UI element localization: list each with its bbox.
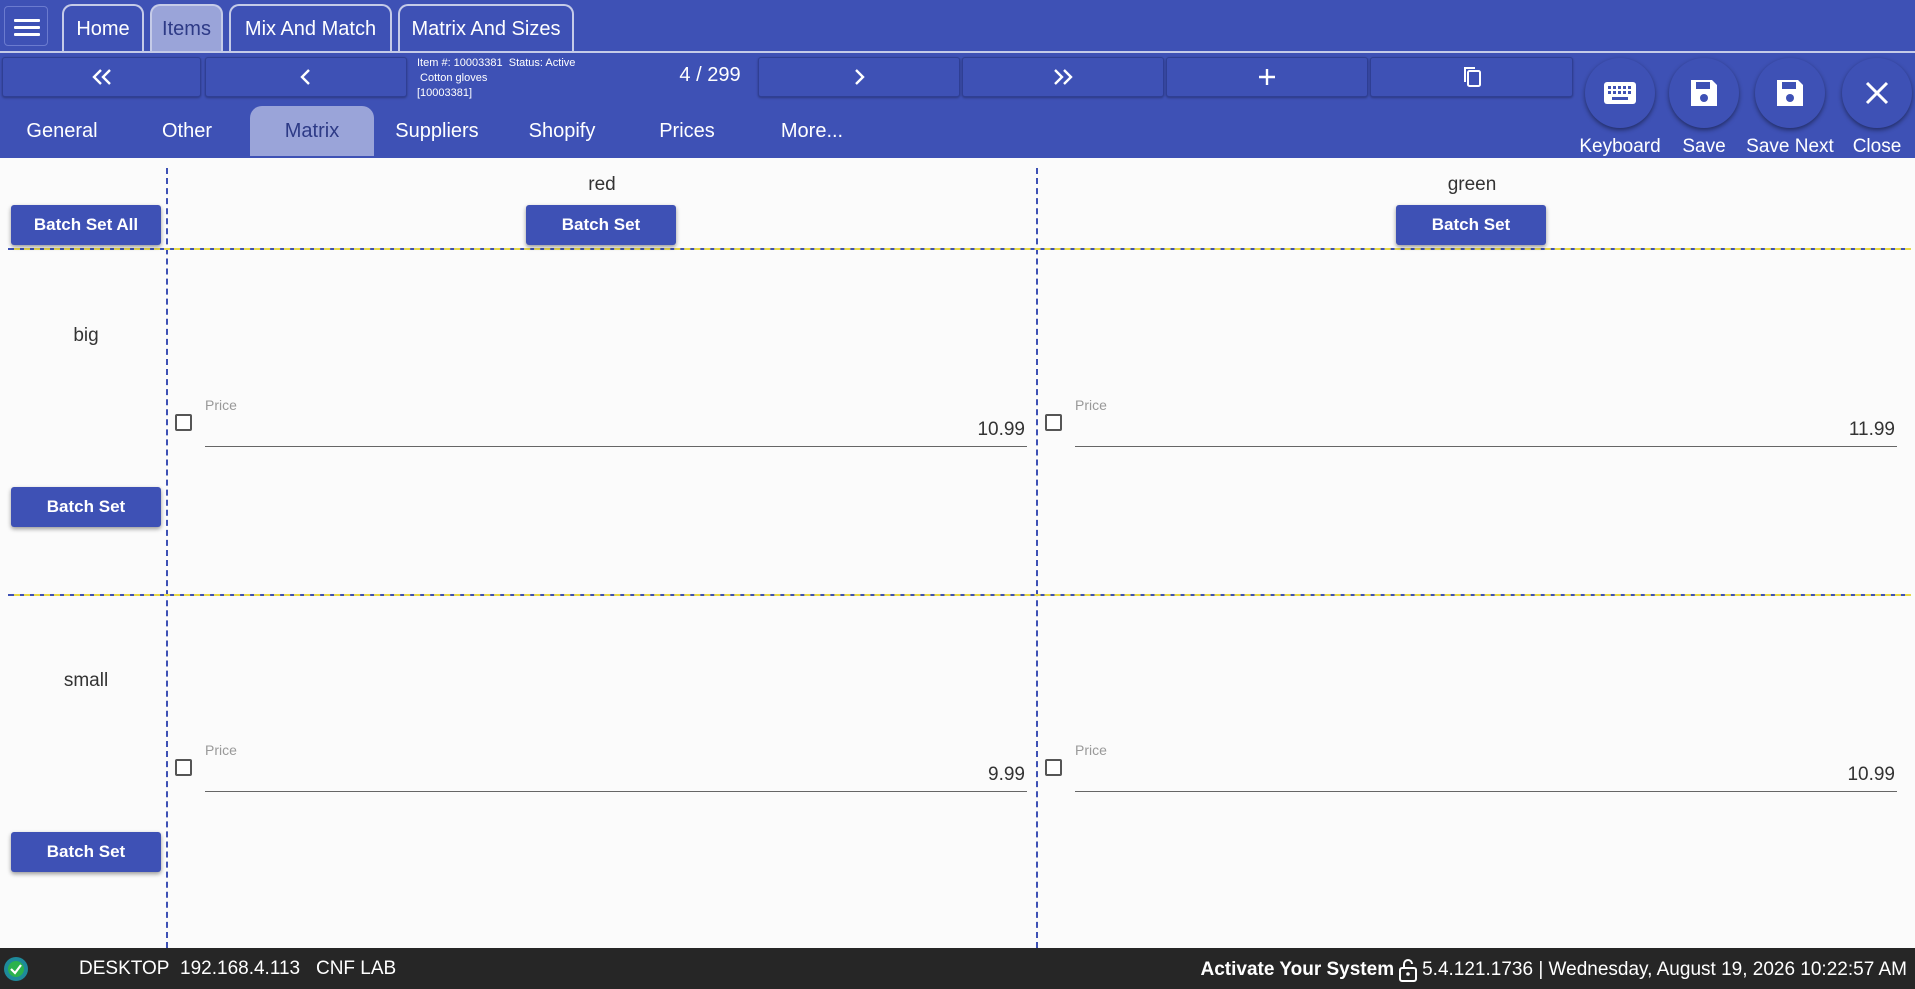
grid-divider	[1036, 168, 1038, 948]
section-tab-suppliers[interactable]: Suppliers	[374, 106, 500, 156]
batch-set-small-button[interactable]: Batch Set	[11, 832, 161, 872]
save-circle[interactable]	[1669, 58, 1739, 128]
item-description: Cotton gloves	[417, 72, 488, 84]
save-icon	[1777, 80, 1803, 106]
top-bar: Home Items Mix And Match Matrix And Size…	[0, 0, 1915, 158]
batch-set-big-button[interactable]: Batch Set	[11, 487, 161, 527]
tab-label: Matrix And Sizes	[411, 17, 561, 40]
price-label: Price	[1075, 742, 1107, 758]
price-input-small-green[interactable]	[1075, 758, 1897, 792]
save-button[interactable]: Save	[1659, 58, 1749, 158]
section-tab-label: Other	[161, 119, 213, 142]
section-tab-label: Prices	[659, 119, 715, 142]
status-left: DESKTOP 192.168.4.113 CNF LAB	[79, 958, 396, 980]
save-next-circle[interactable]	[1755, 58, 1825, 128]
double-chevron-right-icon	[1054, 69, 1073, 85]
close-icon	[1865, 81, 1889, 105]
save-next-button[interactable]: Save Next	[1745, 58, 1835, 158]
tab-home[interactable]: Home	[62, 4, 144, 52]
add-record-button[interactable]	[1166, 57, 1368, 97]
tab-mix-and-match[interactable]: Mix And Match	[229, 4, 392, 52]
row-label-small: small	[63, 670, 109, 691]
system-status-icon	[4, 957, 28, 981]
grid-divider	[166, 168, 168, 948]
version-datetime: 5.4.121.1736 | Wednesday, August 19, 202…	[1422, 959, 1907, 980]
save-icon	[1691, 80, 1717, 106]
row-label-big: big	[73, 325, 99, 346]
first-record-button[interactable]	[2, 57, 201, 97]
price-label: Price	[1075, 397, 1107, 413]
previous-record-button[interactable]	[205, 57, 407, 97]
column-label-green: green	[1447, 174, 1497, 195]
chevron-right-icon	[855, 69, 865, 85]
keyboard-button[interactable]: Keyboard	[1575, 58, 1665, 158]
plus-icon	[1259, 69, 1275, 85]
copy-icon	[1463, 67, 1481, 87]
close-button[interactable]: Close	[1832, 58, 1915, 158]
section-tab-prices[interactable]: Prices	[624, 106, 750, 156]
price-label: Price	[205, 397, 237, 413]
cell-checkbox[interactable]	[175, 759, 192, 776]
record-counter: 4 / 299	[679, 64, 741, 86]
double-chevron-left-icon	[91, 69, 111, 85]
tab-matrix-and-sizes[interactable]: Matrix And Sizes	[398, 4, 574, 52]
price-input-small-red[interactable]	[205, 758, 1027, 792]
tab-divider	[0, 51, 1915, 53]
section-tab-matrix[interactable]: Matrix	[250, 106, 374, 156]
price-input-big-red[interactable]	[205, 413, 1027, 447]
status-right: Activate Your System 5.4.121.1736 | Wedn…	[1201, 958, 1907, 982]
section-tab-label: Matrix	[284, 119, 340, 142]
matrix-grid: Batch Set All red Batch Set green Batch …	[0, 158, 1915, 948]
chevron-left-icon	[300, 69, 310, 85]
menu-icon	[14, 19, 40, 36]
copy-record-button[interactable]	[1370, 57, 1573, 97]
section-tab-label: Suppliers	[395, 119, 479, 142]
hamburger-menu-button[interactable]	[4, 6, 48, 46]
price-input-big-green[interactable]	[1075, 413, 1897, 447]
section-tab-more[interactable]: More...	[750, 106, 874, 156]
machine-name: DESKTOP	[79, 958, 170, 979]
keyboard-circle[interactable]	[1585, 58, 1655, 128]
close-circle[interactable]	[1842, 58, 1912, 128]
activate-system-link[interactable]: Activate Your System	[1201, 959, 1395, 981]
tab-label: Home	[76, 17, 130, 40]
column-label-red: red	[588, 174, 616, 195]
ip-address: 192.168.4.113	[180, 958, 301, 979]
tab-items[interactable]: Items	[150, 4, 223, 52]
section-tab-label: More...	[780, 119, 844, 142]
batch-set-green-button[interactable]: Batch Set	[1396, 205, 1546, 245]
unlock-icon	[1399, 959, 1418, 982]
section-tab-general[interactable]: General	[0, 106, 124, 156]
next-record-button[interactable]	[758, 57, 960, 97]
section-tab-other[interactable]: Other	[124, 106, 250, 156]
keyboard-icon	[1604, 82, 1636, 104]
item-info: Item #: 10003381 Status: Active Cotton g…	[417, 56, 575, 101]
cell-checkbox[interactable]	[1045, 759, 1062, 776]
item-code: [10003381]	[417, 87, 473, 99]
section-tab-shopify[interactable]: Shopify	[500, 106, 624, 156]
cell-checkbox[interactable]	[1045, 414, 1062, 431]
status-bar: DESKTOP 192.168.4.113 CNF LAB Activate Y…	[0, 948, 1915, 989]
save-next-label: Save Next	[1746, 136, 1834, 157]
close-label: Close	[1852, 136, 1902, 157]
batch-set-red-button[interactable]: Batch Set	[526, 205, 676, 245]
grid-divider	[8, 594, 1905, 596]
tab-label: Mix And Match	[244, 17, 377, 40]
tab-label: Items	[162, 17, 211, 40]
price-label: Price	[205, 742, 237, 758]
section-tab-label: Shopify	[528, 119, 596, 142]
section-tab-label: General	[26, 119, 98, 142]
last-record-button[interactable]	[962, 57, 1164, 97]
keyboard-label: Keyboard	[1579, 136, 1661, 157]
batch-set-all-button[interactable]: Batch Set All	[11, 205, 161, 245]
save-label: Save	[1682, 136, 1726, 157]
location-name: CNF LAB	[315, 958, 397, 979]
item-number-status: Item #: 10003381 Status: Active	[417, 57, 576, 69]
grid-divider	[8, 248, 1905, 250]
cell-checkbox[interactable]	[175, 414, 192, 431]
